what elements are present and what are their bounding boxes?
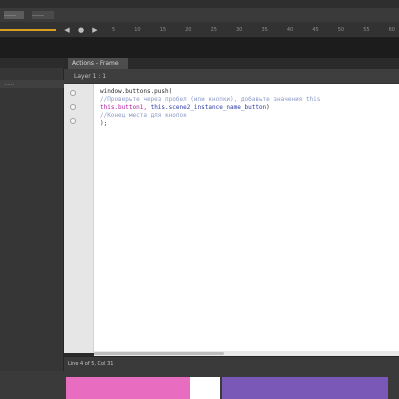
actions-panel-tab[interactable]: Actions - Frame bbox=[68, 58, 128, 69]
actions-panel-header: Layer 1 : 1 bbox=[64, 69, 399, 84]
frame-number: 35 bbox=[261, 27, 268, 33]
frame-number: 15 bbox=[159, 27, 167, 33]
code-line: //Проверьте через пробел (или кнопки), д… bbox=[100, 96, 320, 104]
menu-bar: …… …… bbox=[0, 8, 399, 22]
frame-ruler[interactable]: 5 10 15 20 25 30 35 40 45 50 55 60 bbox=[112, 26, 395, 34]
timeline-bar[interactable]: ◀ ● ▶ 5 10 15 20 25 30 35 40 45 50 55 60 bbox=[0, 22, 399, 38]
frame-number: 50 bbox=[337, 27, 345, 33]
code-line: window.buttons.push( bbox=[100, 88, 172, 96]
left-panel-header bbox=[0, 58, 64, 68]
left-panel: …… bbox=[0, 58, 64, 371]
timeline-playhead-track[interactable] bbox=[0, 29, 56, 31]
code-comment: //Проверьте через пробел (или кнопки), д… bbox=[100, 96, 321, 103]
menu-item-first[interactable]: …… bbox=[4, 11, 24, 19]
fold-marker-icon[interactable] bbox=[70, 118, 76, 124]
frame-number: 40 bbox=[286, 27, 294, 33]
purple-button-shape[interactable] bbox=[222, 377, 388, 399]
code-line: //Конец места для кнопок bbox=[100, 112, 187, 120]
frame-number: 25 bbox=[210, 27, 217, 33]
frame-number: 60 bbox=[388, 27, 395, 33]
scrollbar-thumb[interactable] bbox=[94, 352, 224, 355]
fold-marker-icon[interactable] bbox=[70, 90, 76, 96]
frame-number: 20 bbox=[185, 27, 192, 33]
left-panel-label: …… bbox=[4, 81, 14, 87]
cursor-position-label: Line 4 of 5, Col 31 bbox=[68, 361, 114, 367]
code-editor[interactable]: window.buttons.push( //Проверьте через п… bbox=[94, 84, 399, 353]
fold-marker-icon[interactable] bbox=[70, 104, 76, 110]
step-back-icon[interactable]: ◀ bbox=[62, 25, 72, 35]
step-forward-icon[interactable]: ▶ bbox=[90, 25, 100, 35]
frame-number: 10 bbox=[134, 27, 141, 33]
left-panel-row[interactable]: …… bbox=[0, 80, 64, 88]
pink-button-shape[interactable] bbox=[66, 377, 190, 399]
code-line: ); bbox=[100, 120, 107, 128]
code-text: ) bbox=[266, 104, 270, 111]
keyframe-icon[interactable]: ● bbox=[76, 25, 86, 35]
actions-panel: Actions - Frame Layer 1 : 1 window.butto… bbox=[64, 58, 399, 371]
frame-number: 30 bbox=[236, 27, 243, 33]
script-location-label[interactable]: Layer 1 : 1 bbox=[74, 73, 106, 81]
code-identifier: this.scene2_instance_name_button bbox=[150, 104, 267, 111]
panel-divider bbox=[0, 38, 399, 58]
frame-number: 5 bbox=[112, 27, 116, 33]
code-comment: //Конец места для кнопок bbox=[100, 112, 187, 119]
stage-background bbox=[190, 377, 220, 399]
code-text: ); bbox=[100, 120, 108, 127]
stage-preview bbox=[0, 371, 399, 399]
code-text: window.buttons.push( bbox=[100, 88, 173, 95]
code-line: this.button1, this.scene2_instance_name_… bbox=[100, 104, 270, 112]
menu-item-second[interactable]: …… bbox=[32, 11, 54, 19]
frame-number: 45 bbox=[312, 27, 319, 33]
status-bar: Line 4 of 5, Col 31 bbox=[64, 356, 399, 371]
animate-editor-window: …… …… ◀ ● ▶ 5 10 15 20 25 30 35 40 45 50… bbox=[0, 0, 399, 399]
line-number-gutter bbox=[64, 84, 94, 353]
code-keyword: this.button1, bbox=[100, 104, 151, 111]
frame-number: 55 bbox=[363, 27, 370, 33]
